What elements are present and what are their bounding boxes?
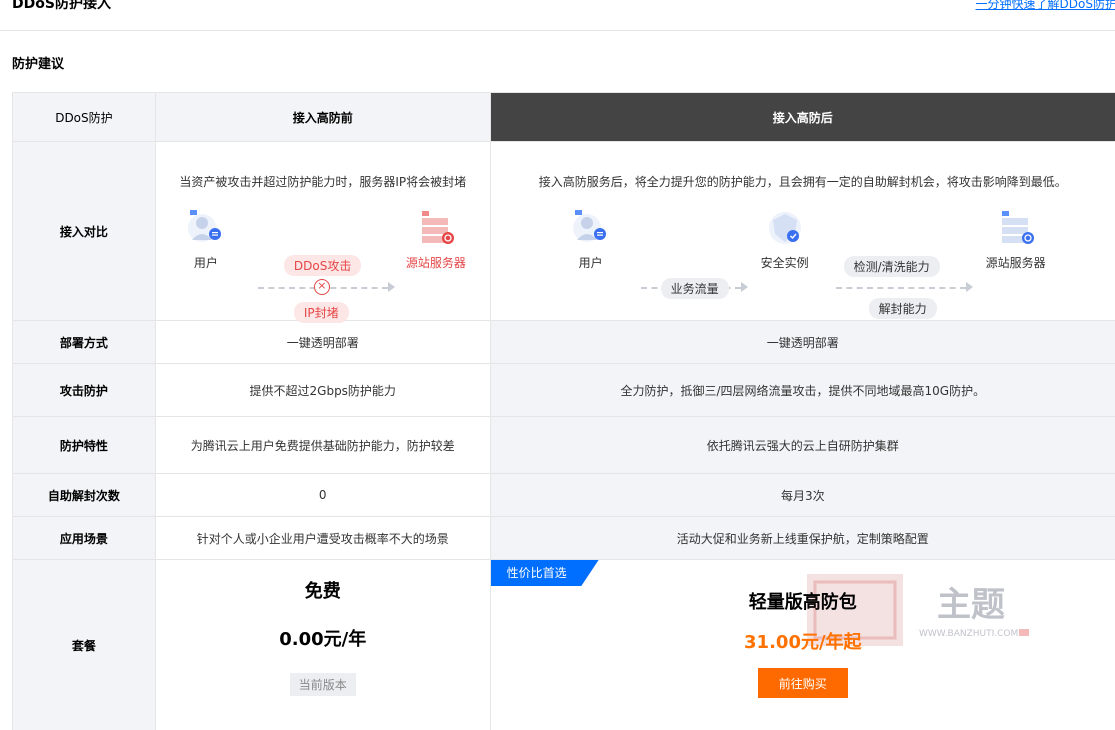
before-arrow-icon: [387, 282, 395, 292]
after-diagram: 接入高防服务后，将全力提升您的防护能力，且会拥有一定的自助解封机会，将攻击影响降…: [490, 142, 1115, 320]
free-package-price: 0.00元/年: [279, 628, 367, 650]
page-title: DDoS防护接入: [12, 0, 111, 12]
free-package-name: 免费: [304, 580, 341, 602]
table-row: 自助解封次数 0 每月3次: [13, 474, 1115, 517]
traffic-pill: 业务流量: [660, 278, 729, 299]
top-bar: DDoS防护接入 一分钟快速了解DDoS防护: [0, 0, 1115, 31]
row-before: 针对个人或小企业用户遭受攻击概率不大的场景: [156, 517, 491, 559]
row-label: 应用场景: [13, 517, 156, 559]
user-icon: [571, 208, 611, 248]
watermark-url: WWW.BANZHUTI.COM: [919, 629, 1018, 639]
row-label-compare: 接入对比: [13, 142, 156, 320]
instance-node: 安全实例: [761, 208, 809, 271]
before-user-node: 用户: [186, 208, 226, 271]
server-icon: [996, 208, 1036, 248]
watermark-title: 主题: [937, 585, 1005, 625]
row-label-package: 套餐: [13, 560, 156, 730]
before-diagram: 当资产被攻击并超过防护能力时，服务器IP将会被封堵 用户 DDoS攻击 × IP…: [155, 142, 491, 323]
table-row: 部署方式 一键透明部署 一键透明部署: [13, 321, 1115, 364]
user-icon: [186, 208, 226, 248]
row-after: 活动大促和业务新上线重保护航，定制策略配置: [490, 517, 1115, 559]
help-link[interactable]: 一分钟快速了解DDoS防护: [976, 0, 1115, 12]
paid-package-name: 轻量版高防包: [748, 592, 857, 613]
row-before: 一键透明部署: [156, 321, 491, 363]
block-pill: IP封堵: [293, 302, 349, 323]
after-server-label: 源站服务器: [985, 256, 1046, 270]
paid-package-price: 31.00元/年起: [744, 632, 862, 653]
table-row: 攻击防护 提供不超过2Gbps防护能力 全力防护，抵御三/四层网络流量攻击，提供…: [13, 364, 1115, 417]
table-row-package: 套餐 免费 0.00元/年 当前版本 性价比首选 主题 WWW.BANZHUTI…: [13, 560, 1115, 730]
col-header-after: 接入高防后: [490, 93, 1115, 141]
instance-label: 安全实例: [760, 256, 809, 270]
after-user-label: 用户: [578, 256, 603, 270]
current-version-badge: 当前版本: [289, 672, 356, 696]
row-label: 攻击防护: [13, 364, 156, 416]
col-header-ddos: DDoS防护: [13, 93, 156, 141]
buy-button[interactable]: 前往购买: [757, 668, 848, 698]
section-title: 防护建议: [12, 57, 65, 72]
row-after: 一键透明部署: [490, 321, 1115, 363]
after-user-node: 用户: [571, 208, 611, 271]
after-arrow-1-icon: [740, 282, 748, 292]
table-row: 应用场景 针对个人或小企业用户遭受攻击概率不大的场景 活动大促和业务新上线重保护…: [13, 517, 1115, 560]
clean-pill: 检测/清洗能力: [843, 256, 940, 277]
row-before: 为腾讯云上用户免费提供基础防护能力，防护较差: [156, 417, 491, 473]
table-header-row: DDoS防护 接入高防前 接入高防后: [13, 93, 1115, 142]
row-before: 0: [156, 474, 491, 516]
shield-icon: [765, 208, 805, 248]
after-dash-line-2: [835, 287, 966, 289]
row-label: 自助解封次数: [13, 474, 156, 516]
comparison-table: DDoS防护 接入高防前 接入高防后 接入对比 当资产被攻击并超过防护能力时，服…: [12, 92, 1115, 730]
server-blocked-icon: [416, 208, 456, 248]
before-server-node: 源站服务器: [406, 208, 466, 271]
after-server-node: 源站服务器: [986, 208, 1046, 271]
unblock-pill: 解封能力: [868, 298, 937, 319]
paid-package-cell: 性价比首选 主题 WWW.BANZHUTI.COM 轻量版高防包 31.00元/…: [490, 560, 1115, 730]
after-arrow-2-icon: [965, 282, 973, 292]
col-header-before: 接入高防前: [155, 93, 491, 141]
table-row-compare: 接入对比 当资产被攻击并超过防护能力时，服务器IP将会被封堵 用户 DDoS攻击…: [13, 142, 1115, 323]
before-server-label: 源站服务器: [405, 256, 466, 270]
row-after: 依托腾讯云强大的云上自研防护集群: [490, 417, 1115, 473]
row-after: 全力防护，抵御三/四层网络流量攻击，提供不同地域最高10G防护。: [490, 364, 1115, 416]
before-user-label: 用户: [193, 256, 218, 270]
row-label: 防护特性: [13, 417, 156, 473]
row-label: 部署方式: [13, 321, 156, 363]
value-ribbon: 性价比首选: [490, 560, 599, 586]
block-x-icon: ×: [313, 279, 330, 295]
table-row: 防护特性 为腾讯云上用户免费提供基础防护能力，防护较差 依托腾讯云强大的云上自研…: [13, 417, 1115, 474]
after-caption: 接入高防服务后，将全力提升您的防护能力，且会拥有一定的自助解封机会，将攻击影响降…: [538, 175, 1067, 189]
row-before: 提供不超过2Gbps防护能力: [156, 364, 491, 416]
free-package-cell: 免费 0.00元/年 当前版本: [155, 560, 491, 730]
before-caption: 当资产被攻击并超过防护能力时，服务器IP将会被封堵: [179, 175, 467, 189]
attack-pill: DDoS攻击: [283, 255, 362, 276]
row-after: 每月3次: [490, 474, 1115, 516]
